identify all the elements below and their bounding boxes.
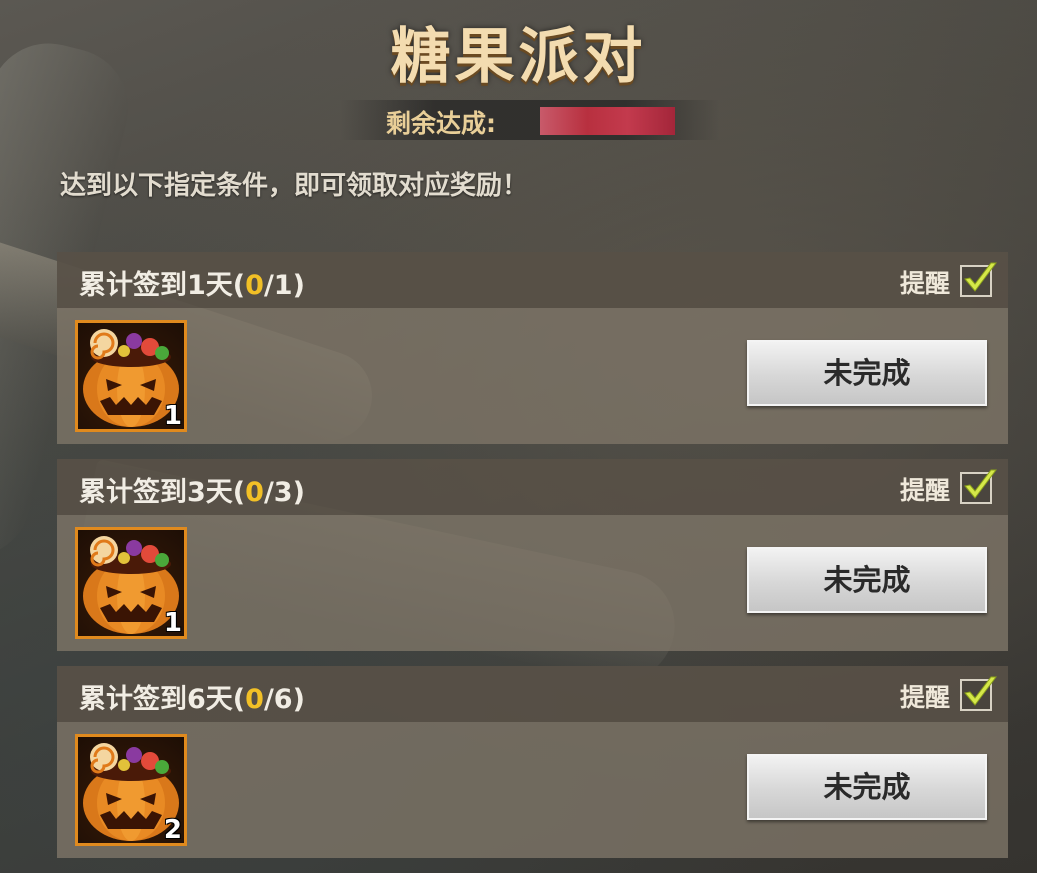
task-progress-total: /3) (263, 477, 305, 508)
status-button[interactable]: 未完成 (747, 547, 987, 613)
reward-item[interactable]: 1 (75, 320, 187, 432)
task-header: 累计签到6天(0/6) 提醒 (57, 666, 1008, 722)
reward-item[interactable]: 2 (75, 734, 187, 846)
remind-label: 提醒 (899, 683, 950, 712)
reward-count: 1 (163, 608, 182, 638)
intro-text: 达到以下指定条件，即可领取对应奖励！ (60, 171, 529, 201)
task-card: 累计签到6天(0/6) 提醒 2 未完成 (57, 666, 1008, 858)
task-title-text: 累计签到3天( (79, 477, 246, 508)
status-button[interactable]: 未完成 (747, 754, 987, 820)
check-icon (964, 262, 997, 292)
task-body: 1 未完成 (57, 515, 1008, 651)
task-body: 2 未完成 (57, 722, 1008, 858)
remind-checkbox[interactable] (960, 469, 997, 504)
task-card: 累计签到1天(0/1) 提醒 1 未完成 (57, 252, 1008, 444)
remind-label: 提醒 (899, 269, 950, 298)
remind-label: 提醒 (899, 476, 950, 505)
task-title: 累计签到3天(0/3) (79, 470, 305, 509)
reward-item[interactable]: 1 (75, 527, 187, 639)
task-title-text: 累计签到6天( (79, 684, 246, 715)
reward-count: 2 (163, 815, 182, 845)
task-title: 累计签到6天(0/6) (79, 677, 305, 716)
remind-checkbox[interactable] (960, 262, 997, 297)
remain-label: 剩余达成: (386, 109, 496, 138)
task-title: 累计签到1天(0/1) (79, 263, 305, 302)
check-icon (964, 676, 997, 706)
task-header: 累计签到1天(0/1) 提醒 (57, 252, 1008, 308)
task-progress-current: 0 (245, 477, 264, 508)
event-panel: 糖果派对 剩余达成: 达到以下指定条件，即可领取对应奖励！ 累计签到1天(0/1… (0, 0, 1037, 873)
event-title: 糖果派对 (390, 22, 647, 92)
remain-value-redacted (540, 107, 675, 135)
status-button[interactable]: 未完成 (747, 340, 987, 406)
task-title-text: 累计签到1天( (79, 270, 246, 301)
task-body: 1 未完成 (57, 308, 1008, 444)
task-progress-current: 0 (245, 270, 264, 301)
check-icon (964, 469, 997, 499)
task-progress-total: /6) (263, 684, 305, 715)
remind-checkbox[interactable] (960, 676, 997, 711)
task-header: 累计签到3天(0/3) 提醒 (57, 459, 1008, 515)
task-progress-current: 0 (245, 684, 264, 715)
task-card: 累计签到3天(0/3) 提醒 1 未完成 (57, 459, 1008, 651)
reward-count: 1 (163, 401, 182, 431)
task-progress-total: /1) (263, 270, 305, 301)
